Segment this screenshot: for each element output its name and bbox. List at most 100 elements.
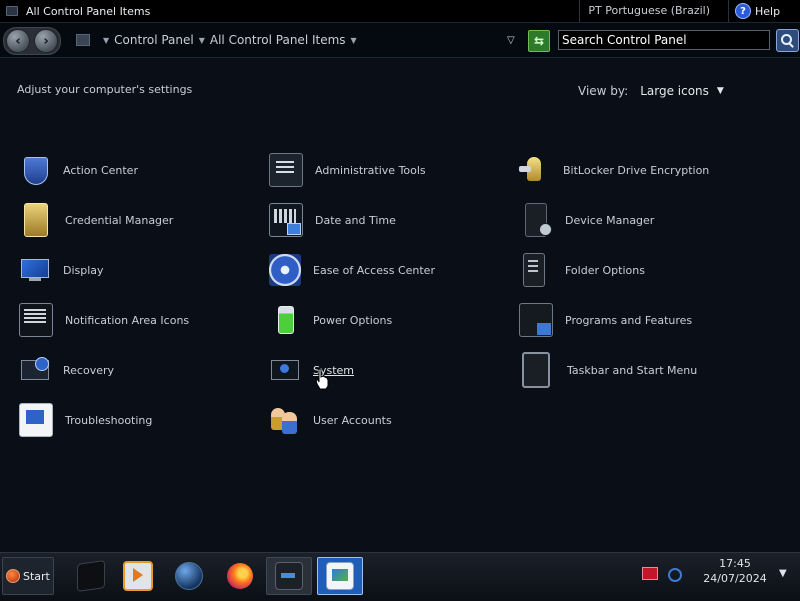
cp-item-label: Date and Time <box>315 213 396 227</box>
display-icon <box>19 254 51 286</box>
page-subtitle: Adjust your computer's settings <box>17 83 193 96</box>
hand-pointer-icon <box>315 368 329 390</box>
cp-item-label: Administrative Tools <box>315 163 426 177</box>
cp-item-label: Device Manager <box>565 213 655 227</box>
power-options-icon <box>269 304 301 336</box>
cp-item-administrative-tools[interactable]: Administrative Tools <box>267 152 507 188</box>
clock-time: 17:45 <box>719 557 751 570</box>
cp-item-bitlocker[interactable]: BitLocker Drive Encryption <box>517 152 757 188</box>
taskbar-app-globe[interactable] <box>166 557 212 595</box>
main-content: Adjust your computer's settings View by:… <box>0 58 800 552</box>
user-accounts-icon <box>269 404 301 436</box>
start-label: Start <box>23 569 50 583</box>
cp-item-label: Credential Manager <box>65 213 174 227</box>
cp-item-label: Recovery <box>63 363 115 377</box>
black-box-app-icon <box>77 560 105 592</box>
cp-item-display[interactable]: Display <box>17 252 257 288</box>
taskbar-app-black-box[interactable] <box>68 557 114 595</box>
address-dropdown-icon[interactable]: ▽ <box>507 35 515 46</box>
search-input[interactable] <box>558 30 770 50</box>
cp-item-troubleshooting[interactable]: Troubleshooting <box>17 402 257 438</box>
window-icon <box>6 6 18 16</box>
cp-item-label: BitLocker Drive Encryption <box>563 163 710 177</box>
taskbar-start-menu-icon <box>522 352 550 388</box>
credential-manager-icon <box>24 203 48 237</box>
start-button[interactable]: Start <box>2 557 54 595</box>
device-manager-icon <box>525 203 552 237</box>
taskbar-app-media-player[interactable] <box>115 557 161 595</box>
cp-item-action-center[interactable]: Action Center <box>17 152 257 188</box>
cp-item-folder-options[interactable]: Folder Options <box>517 252 757 288</box>
title-bar: All Control Panel Items PT Portuguese (B… <box>0 0 800 23</box>
folder-options-icon <box>523 253 545 287</box>
view-by-label: View by: <box>578 84 629 98</box>
cp-item-label: User Accounts <box>313 413 392 427</box>
search-icon <box>781 34 792 45</box>
cp-item-notification-area-icons[interactable]: Notification Area Icons <box>17 302 257 338</box>
refresh-button[interactable]: ⇆ <box>528 30 550 52</box>
clock-date: 24/07/2024 <box>703 572 767 585</box>
cp-item-label: Taskbar and Start Menu <box>567 363 698 377</box>
cp-item-label: Ease of Access Center <box>313 263 435 277</box>
search-button[interactable] <box>776 29 799 52</box>
taskbar-app-control-panel[interactable] <box>317 557 363 595</box>
panel-app-icon <box>275 562 303 590</box>
view-by: View by: Large icons ▼ <box>578 84 724 98</box>
control-panel-icon <box>326 562 354 590</box>
navigation-bar: ‹ › ▼ Control Panel ▼ All Control Panel … <box>0 23 800 58</box>
media-player-icon <box>123 561 153 591</box>
cp-item-label: Display <box>63 263 104 277</box>
notification-area-icon <box>19 303 53 337</box>
back-button[interactable]: ‹ <box>6 29 30 53</box>
cp-item-recovery[interactable]: Recovery <box>17 352 257 388</box>
cp-item-system[interactable]: System <box>267 352 507 388</box>
network-icon[interactable] <box>668 568 682 582</box>
recovery-icon <box>19 354 51 386</box>
action-center-icon <box>19 154 51 186</box>
firefox-icon <box>227 563 253 589</box>
help-label: Help <box>755 4 781 18</box>
breadcrumb-all-items[interactable]: All Control Panel Items <box>210 33 346 47</box>
window-title: All Control Panel Items <box>26 4 151 18</box>
action-center-flag-icon[interactable] <box>642 567 658 580</box>
language-indicator[interactable]: PT Portuguese (Brazil) <box>579 0 718 22</box>
programs-features-icon <box>519 303 553 337</box>
bitlocker-icon <box>519 154 551 186</box>
cp-item-taskbar-start-menu[interactable]: Taskbar and Start Menu <box>517 352 757 388</box>
system-clock[interactable]: 17:45 24/07/2024 <box>692 556 778 586</box>
control-panel-icon <box>76 34 90 46</box>
cp-item-ease-of-access[interactable]: Ease of Access Center <box>267 252 507 288</box>
address-bar[interactable]: ▼ Control Panel ▼ All Control Panel Item… <box>70 28 522 52</box>
cp-item-credential-manager[interactable]: Credential Manager <box>17 202 257 238</box>
cp-item-label: Folder Options <box>565 263 645 277</box>
help-button[interactable]: ? Help <box>728 0 800 22</box>
taskbar-app-firefox[interactable] <box>217 557 263 595</box>
chevron-down-icon[interactable]: ▼ <box>351 36 357 45</box>
cp-item-label: Notification Area Icons <box>65 313 190 327</box>
forward-button[interactable]: › <box>34 29 58 53</box>
tray-expand-icon[interactable]: ▼ <box>779 568 791 580</box>
start-orb-icon <box>6 569 20 583</box>
cp-item-user-accounts[interactable]: User Accounts <box>267 402 507 438</box>
view-by-dropdown[interactable]: Large icons <box>640 84 709 98</box>
globe-icon <box>175 562 203 590</box>
cp-item-label: Programs and Features <box>565 313 693 327</box>
cp-item-label: Power Options <box>313 313 393 327</box>
breadcrumb-control-panel[interactable]: Control Panel <box>114 33 194 47</box>
cp-item-programs-features[interactable]: Programs and Features <box>517 302 757 338</box>
chevron-down-icon[interactable]: ▼ <box>717 86 724 96</box>
cp-item-power-options[interactable]: Power Options <box>267 302 507 338</box>
cp-item-label: Troubleshooting <box>65 413 153 427</box>
nav-buttons: ‹ › <box>3 27 61 55</box>
date-time-icon <box>269 203 303 237</box>
administrative-tools-icon <box>269 153 303 187</box>
cp-item-label: Action Center <box>63 163 138 177</box>
help-icon: ? <box>735 3 751 19</box>
chevron-down-icon[interactable]: ▼ <box>199 36 205 45</box>
chevron-down-icon[interactable]: ▼ <box>103 36 109 45</box>
taskbar-app-panel[interactable] <box>266 557 312 595</box>
cp-item-date-time[interactable]: Date and Time <box>267 202 507 238</box>
cp-item-device-manager[interactable]: Device Manager <box>517 202 757 238</box>
troubleshooting-icon <box>19 403 53 437</box>
ease-of-access-icon <box>269 254 301 286</box>
